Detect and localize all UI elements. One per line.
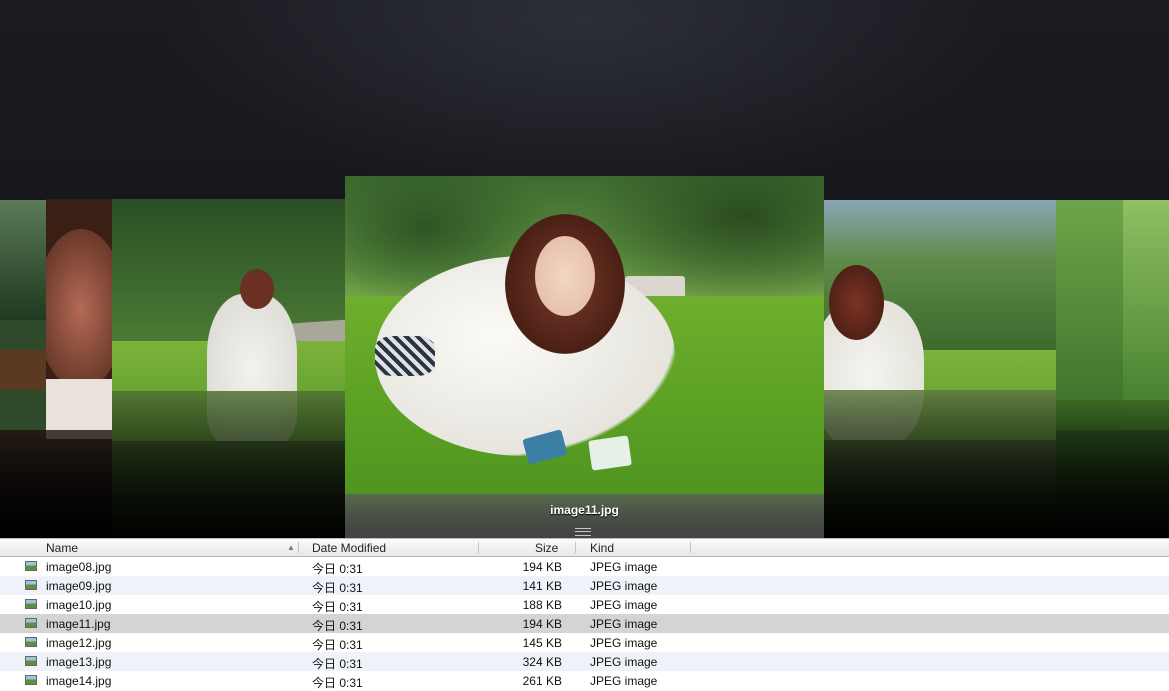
cover-image13[interactable] (1056, 200, 1123, 430)
column-header-name[interactable]: Name (46, 541, 78, 555)
selected-file-caption: image11.jpg (550, 503, 619, 517)
file-name: image09.jpg (46, 579, 112, 593)
file-kind: JPEG image (590, 636, 658, 650)
file-name: image08.jpg (46, 560, 112, 574)
jpeg-file-icon (25, 599, 37, 609)
file-row[interactable]: image13.jpg 今日 0:31 324 KB JPEG image (0, 652, 1169, 671)
file-row[interactable]: image10.jpg 今日 0:31 188 KB JPEG image (0, 595, 1169, 614)
file-date: 今日 0:31 (312, 638, 363, 652)
file-date: 今日 0:31 (312, 562, 363, 576)
cover-image09[interactable] (46, 199, 112, 439)
column-divider[interactable] (575, 542, 576, 553)
file-row-selected[interactable]: image11.jpg 今日 0:31 194 KB JPEG image (0, 614, 1169, 633)
column-header-kind[interactable]: Kind (590, 541, 614, 555)
file-date: 今日 0:31 (312, 581, 363, 595)
file-size: 324 KB (522, 655, 562, 669)
jpeg-file-icon (25, 637, 37, 647)
column-header-size[interactable]: Size (535, 541, 558, 555)
file-kind: JPEG image (590, 674, 658, 688)
list-header: Name ▲ Date Modified Size Kind (0, 538, 1169, 557)
file-size: 261 KB (522, 674, 562, 688)
file-size: 194 KB (522, 617, 562, 631)
jpeg-file-icon (25, 561, 37, 571)
file-date: 今日 0:31 (312, 600, 363, 614)
file-row[interactable]: image08.jpg 今日 0:31 194 KB JPEG image (0, 557, 1169, 576)
file-size: 188 KB (522, 598, 562, 612)
cover-flow-view[interactable]: image11.jpg (0, 0, 1169, 538)
file-name: image10.jpg (46, 598, 112, 612)
jpeg-file-icon (25, 656, 37, 666)
column-header-date-modified[interactable]: Date Modified (312, 541, 386, 555)
file-size: 141 KB (522, 579, 562, 593)
cover-reflection (0, 430, 112, 538)
file-size: 145 KB (522, 636, 562, 650)
file-name: image13.jpg (46, 655, 112, 669)
cover-image14[interactable] (1123, 200, 1169, 430)
cover-reflection (1056, 400, 1169, 538)
file-list: image08.jpg 今日 0:31 194 KB JPEG image im… (0, 557, 1169, 690)
jpeg-file-icon (25, 618, 37, 628)
cover-image08[interactable] (0, 200, 46, 430)
file-row[interactable]: image14.jpg 今日 0:31 261 KB JPEG image (0, 671, 1169, 690)
file-row[interactable]: image09.jpg 今日 0:31 141 KB JPEG image (0, 576, 1169, 595)
cover-reflection (824, 390, 1056, 538)
file-kind: JPEG image (590, 598, 658, 612)
file-kind: JPEG image (590, 579, 658, 593)
file-kind: JPEG image (590, 560, 658, 574)
column-divider[interactable] (478, 542, 479, 553)
file-kind: JPEG image (590, 617, 658, 631)
file-size: 194 KB (522, 560, 562, 574)
file-name: image12.jpg (46, 636, 112, 650)
file-date: 今日 0:31 (312, 676, 363, 690)
file-kind: JPEG image (590, 655, 658, 669)
cover-image11-selected[interactable] (345, 176, 824, 494)
column-divider[interactable] (298, 542, 299, 553)
file-name: image11.jpg (46, 617, 111, 631)
file-name: image14.jpg (46, 674, 112, 688)
column-divider[interactable] (690, 542, 691, 553)
file-date: 今日 0:31 (312, 619, 363, 633)
cover-reflection (112, 391, 345, 538)
file-row[interactable]: image12.jpg 今日 0:31 145 KB JPEG image (0, 633, 1169, 652)
resize-handle[interactable] (575, 528, 591, 536)
jpeg-file-icon (25, 580, 37, 590)
file-date: 今日 0:31 (312, 657, 363, 671)
sort-ascending-icon: ▲ (287, 543, 295, 552)
jpeg-file-icon (25, 675, 37, 685)
